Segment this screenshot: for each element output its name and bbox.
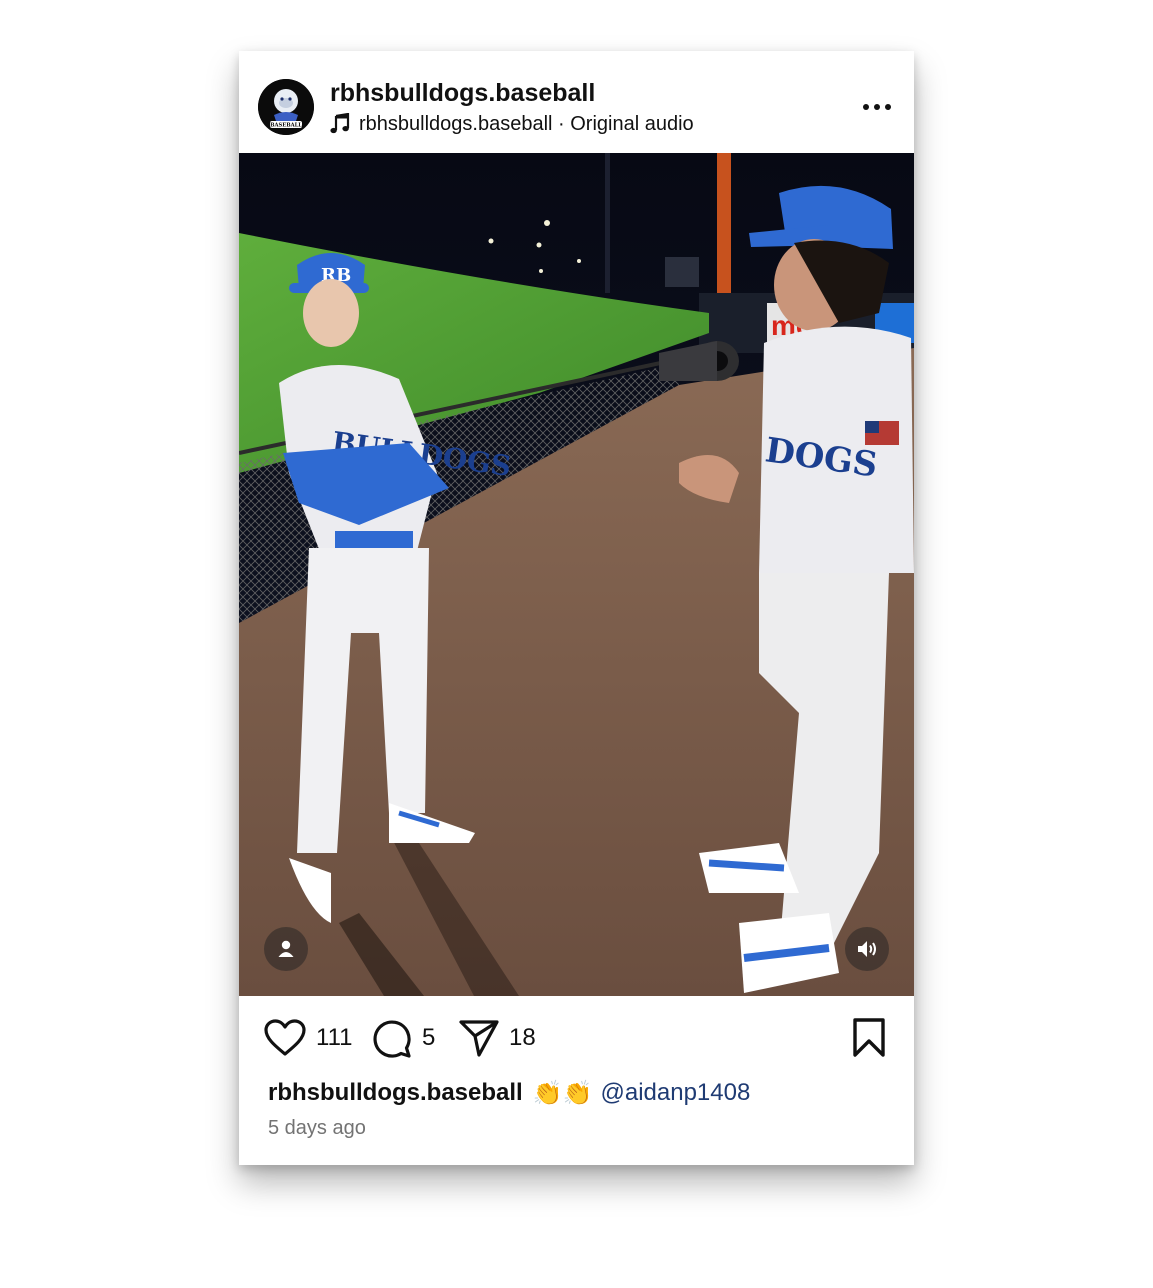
post-actions: 111 5 18 (239, 996, 914, 1076)
video-frame: me RB BULLDOGS DOGS (239, 153, 914, 996)
post-caption: rbhsbulldogs.baseball 👏👏 @aidanp1408 (268, 1076, 898, 1110)
share-count: 18 (509, 1024, 536, 1051)
post-card: BASEBALL rbhsbulldogs.baseball rbhsbulld… (239, 51, 914, 1165)
like-count: 111 (316, 1024, 353, 1051)
music-note-icon (330, 113, 350, 134)
caption-username[interactable]: rbhsbulldogs.baseball (268, 1079, 523, 1107)
audio-separator: · (552, 112, 571, 135)
heart-icon (264, 1019, 306, 1056)
share-button[interactable]: 18 (459, 1018, 536, 1058)
more-horizontal-icon (863, 104, 891, 110)
save-button[interactable] (851, 1018, 887, 1058)
post-video[interactable]: me RB BULLDOGS DOGS (239, 153, 914, 996)
more-options-button[interactable] (857, 93, 897, 121)
comment-bubble-icon (373, 1020, 411, 1058)
paper-plane-icon (459, 1020, 499, 1057)
tagged-users-button[interactable] (264, 927, 308, 971)
post-timestamp[interactable]: 5 days ago (268, 1117, 366, 1140)
speaker-volume-icon (858, 941, 876, 957)
audio-title: Original audio (570, 112, 694, 135)
avatar[interactable]: BASEBALL (258, 79, 314, 135)
comment-button[interactable]: 5 (372, 1018, 435, 1058)
avatar-label: BASEBALL (270, 123, 302, 129)
user-tag-icon (278, 940, 294, 957)
audio-owner: rbhsbulldogs.baseball (359, 112, 553, 135)
like-button[interactable]: 111 (264, 1018, 352, 1058)
comment-count: 5 (422, 1024, 436, 1051)
audio-attribution[interactable]: rbhsbulldogs.baseball · Original audio (330, 111, 694, 137)
caption-mention[interactable]: @aidanp1408 (600, 1079, 750, 1107)
post-username[interactable]: rbhsbulldogs.baseball (330, 79, 595, 108)
mute-toggle-button[interactable] (845, 927, 889, 971)
clap-emoji: 👏👏 (532, 1079, 593, 1107)
bookmark-icon (853, 1018, 885, 1057)
post-header: BASEBALL rbhsbulldogs.baseball rbhsbulld… (239, 51, 914, 153)
